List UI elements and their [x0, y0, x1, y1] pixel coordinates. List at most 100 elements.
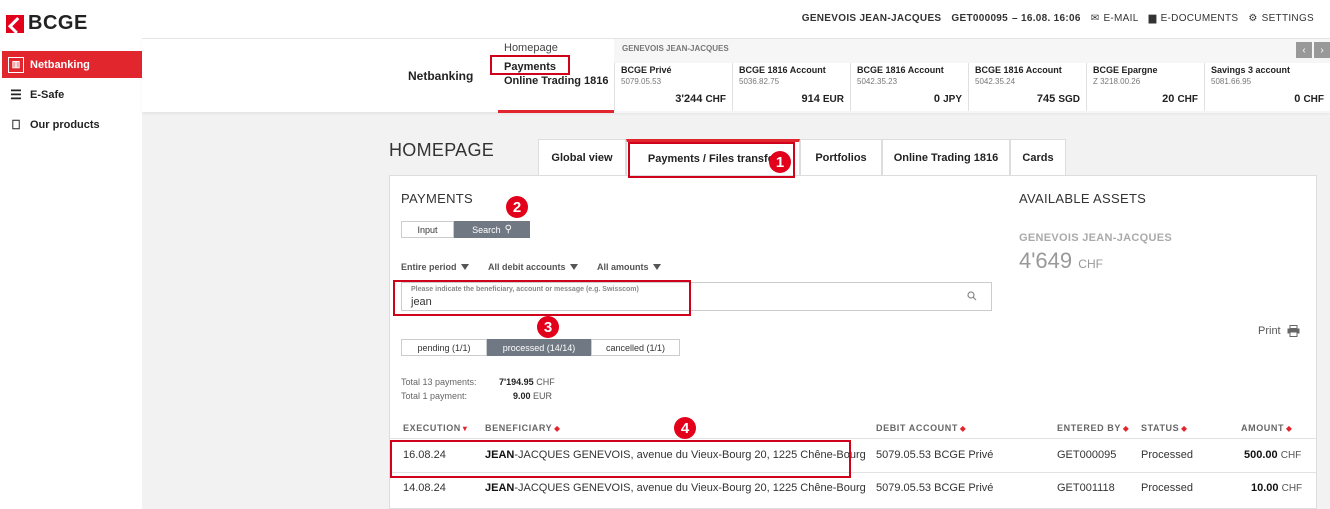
printer-icon — [1287, 325, 1300, 337]
accounts-owner: GENEVOIS JEAN-JACQUES — [622, 44, 729, 53]
annotation-badge: 4 — [674, 417, 696, 439]
tab-global-view[interactable]: Global view — [538, 139, 626, 176]
netbanking-label: Netbanking — [408, 69, 474, 83]
debit-account: 5079.05.53 BCGE Privé — [876, 449, 994, 461]
column-label: DEBIT ACCOUNT — [876, 423, 958, 433]
account-card[interactable]: BCGE Privé 5079.05.53 3'244 CHF — [614, 63, 732, 111]
account-currency: JPY — [943, 94, 962, 105]
account-balance: 745 — [1036, 93, 1056, 105]
column-label: ENTERED BY — [1057, 423, 1122, 433]
account-currency: CHF — [1303, 94, 1324, 105]
debit-accounts-filter[interactable]: All debit accounts — [488, 262, 578, 272]
account-card[interactable]: Savings 3 account 5081.66.95 0 CHF — [1204, 63, 1330, 111]
print-button[interactable]: Print — [1258, 325, 1300, 337]
contract-number: GET000095 — [951, 13, 1009, 24]
column-header-entered-by[interactable]: ENTERED BY ⬥ — [1057, 423, 1129, 434]
user-name: GENEVOIS JEAN-JACQUES — [801, 13, 942, 24]
amount-currency: CHF — [1280, 450, 1302, 461]
amount-value: 500.00 — [1244, 449, 1278, 461]
tab-online-trading[interactable]: Online Trading 1816 — [882, 139, 1010, 176]
sidebar-item-label: E-Safe — [30, 88, 65, 101]
status: Processed — [1141, 482, 1193, 494]
tab-cards[interactable]: Cards — [1010, 139, 1066, 176]
amount: 500.00 CHF — [1244, 449, 1301, 461]
sidebar-item-esafe[interactable]: ☰ E-Safe — [2, 81, 142, 108]
period-filter[interactable]: Entire period — [401, 262, 469, 272]
account-currency: SGD — [1058, 94, 1080, 105]
period-filter-label: Entire period — [401, 262, 457, 272]
logo-text: BCGE — [28, 12, 88, 34]
sidebar-item-our-products[interactable]: ⎕ Our products — [2, 111, 142, 138]
filter-icon — [569, 264, 578, 270]
edocuments-link[interactable]: ▆ E-DOCUMENTS — [1149, 13, 1239, 24]
bcge-logo-icon — [6, 14, 24, 33]
account-name: BCGE 1816 Account — [857, 65, 944, 75]
account-number: 5042.35.23 — [857, 77, 898, 86]
column-label: EXECUTION — [403, 423, 461, 433]
execution-date: 14.08.24 — [403, 482, 446, 494]
account-name: Savings 3 account — [1211, 65, 1291, 75]
settings-link[interactable]: ⚙ SETTINGS — [1248, 13, 1314, 24]
column-header-beneficiary[interactable]: BENEFICIARY ⬥ — [485, 423, 560, 434]
table-divider — [390, 438, 1316, 439]
column-header-execution[interactable]: EXECUTION ▾ — [403, 423, 468, 433]
account-currency: CHF — [1177, 94, 1198, 105]
amounts-filter[interactable]: All amounts — [597, 262, 661, 272]
bag-icon: ⎕ — [12, 116, 20, 132]
print-label: Print — [1258, 325, 1281, 337]
account-currency: CHF — [705, 94, 726, 105]
header-menu: Homepage Payments Online Trading 1816 — [498, 39, 614, 113]
chevron-left-icon[interactable]: ‹ — [1296, 42, 1312, 58]
total-row: Total 1 payment: 9.00 EUR — [401, 391, 552, 401]
processed-filter-tab[interactable]: processed (14/14) — [487, 339, 591, 356]
email-link[interactable]: ✉ E-MAIL — [1091, 13, 1139, 24]
page-title: HOMEPAGE — [389, 140, 495, 160]
menu-homepage[interactable]: Homepage — [504, 42, 558, 54]
account-header: Netbanking Homepage Payments Online Trad… — [142, 38, 1330, 113]
envelope-icon: ✉ — [1090, 13, 1100, 24]
sidebar-item-netbanking[interactable]: ▥ Netbanking — [2, 51, 142, 78]
total-row: Total 13 payments: 7'194.95 CHF — [401, 377, 555, 387]
account-card[interactable]: BCGE Epargne Z 3218.00.26 20 CHF — [1086, 63, 1204, 111]
sort-desc-icon: ▾ — [462, 424, 468, 433]
column-header-amount[interactable]: AMOUNT ⬥ — [1241, 423, 1292, 434]
search-icon[interactable] — [967, 291, 977, 301]
total-label: Total 13 payments: — [401, 377, 477, 387]
tab-portfolios[interactable]: Portfolios — [800, 139, 882, 176]
bcge-logo[interactable]: BCGE — [6, 12, 88, 35]
search-icon: ⚲ — [504, 224, 512, 235]
payments-title: PAYMENTS — [401, 191, 473, 206]
search-mode-label: Search — [472, 224, 501, 235]
cancelled-filter-tab[interactable]: cancelled (1/1) — [591, 339, 680, 356]
total-amount: 7'194.95 — [499, 377, 534, 387]
chevron-right-icon[interactable]: › — [1314, 42, 1330, 58]
account-card[interactable]: BCGE 1816 Account 5042.35.23 0 JPY — [850, 63, 968, 111]
account-name: BCGE Epargne — [1093, 65, 1158, 75]
menu-online-trading[interactable]: Online Trading 1816 — [504, 75, 609, 87]
entered-by: GET000095 — [1057, 449, 1117, 461]
input-mode-button[interactable]: Input — [401, 221, 454, 238]
top-bar: GENEVOIS JEAN-JACQUES GET000095 – 16.08.… — [142, 0, 1330, 38]
amount: 10.00 CHF — [1251, 482, 1302, 494]
column-label: AMOUNT — [1241, 423, 1285, 433]
account-balance: 0 — [1294, 93, 1301, 105]
email-label: E-MAIL — [1103, 13, 1139, 24]
sidebar-item-label: Our products — [30, 118, 100, 131]
edocuments-label: E-DOCUMENTS — [1160, 13, 1239, 24]
sort-icon: ⬥ — [554, 424, 561, 433]
column-header-debit-account[interactable]: DEBIT ACCOUNT ⬥ — [876, 423, 966, 434]
assets-owner: GENEVOIS JEAN-JACQUES — [1019, 232, 1173, 244]
column-header-status[interactable]: STATUS ⬥ — [1141, 423, 1187, 434]
entered-by: GET001118 — [1057, 482, 1115, 494]
available-assets-title: AVAILABLE ASSETS — [1019, 191, 1147, 206]
account-name: BCGE 1816 Account — [975, 65, 1062, 75]
amount-currency: CHF — [1281, 483, 1303, 494]
account-number: 5079.05.53 — [621, 77, 662, 86]
stack-icon: ☰ — [10, 86, 22, 102]
pending-filter-tab[interactable]: pending (1/1) — [401, 339, 487, 356]
account-card[interactable]: BCGE 1816 Account 5042.35.24 745 SGD — [968, 63, 1086, 111]
highlight-payments-menu — [490, 55, 570, 75]
search-mode-button[interactable]: Search ⚲ — [454, 221, 530, 238]
account-card[interactable]: BCGE 1816 Account 5036.82.75 914 EUR — [732, 63, 850, 111]
total-currency: CHF — [536, 377, 555, 387]
